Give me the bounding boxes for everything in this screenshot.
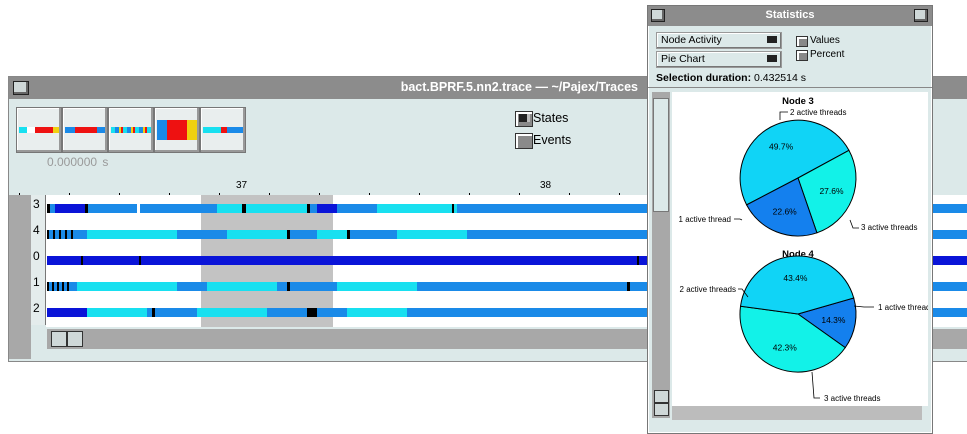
scroll-thumb[interactable] — [653, 98, 669, 212]
states-checkbox[interactable] — [515, 111, 533, 127]
callout-line — [811, 371, 820, 399]
view-mode-button-2[interactable] — [62, 107, 108, 153]
state-bar-icon — [203, 127, 243, 133]
values-checkbox[interactable] — [796, 36, 808, 47]
divider — [648, 87, 932, 88]
time-readout: 0.000000 s — [47, 155, 108, 169]
pie-title: Node 3 — [782, 96, 814, 107]
slice-percent-label: 22.6% — [773, 206, 798, 216]
selection-duration-value: 0.432514 s — [754, 72, 806, 84]
time-label: 0.000000 — [47, 155, 98, 169]
mode-popup-label: Node Activity — [661, 34, 722, 46]
state-bar-icon — [157, 120, 197, 140]
events-label: Events — [533, 133, 572, 147]
callout-line — [734, 218, 743, 221]
row-label: 1 — [33, 275, 40, 289]
stats-title-bar[interactable]: Statistics — [648, 6, 932, 26]
view-mode-button-4[interactable] — [154, 107, 200, 153]
ruler-label-37: 37 — [236, 180, 248, 191]
close-icon[interactable] — [914, 9, 928, 22]
events-checkbox[interactable] — [515, 133, 533, 149]
slice-percent-label: 49.7% — [769, 141, 794, 151]
row-label: 0 — [33, 249, 40, 263]
values-label: Values — [810, 35, 840, 46]
view-mode-button-1[interactable] — [16, 107, 62, 153]
mode-popup[interactable]: Node Activity — [656, 32, 782, 49]
selection-duration: Selection duration: 0.432514 s — [656, 72, 806, 84]
popup-arrow-icon — [767, 55, 777, 62]
popup-arrow-icon — [767, 36, 777, 43]
state-bar-icon — [111, 127, 151, 133]
view-mode-button-5[interactable] — [200, 107, 246, 153]
view-mode-button-3[interactable] — [108, 107, 154, 153]
row-labels: 3 4 0 1 2 — [31, 195, 46, 325]
chart-area: Node 3 49.7% 2 active threads 27.6% 3 active… — [672, 92, 931, 406]
row-label: 2 — [33, 301, 40, 315]
slice-percent-label: 27.6% — [819, 186, 844, 196]
callout-line — [849, 219, 859, 229]
stats-window-title: Statistics — [765, 9, 815, 21]
ruler-label-38: 38 — [540, 180, 552, 191]
window-menu-icon[interactable] — [13, 81, 29, 95]
state-bar-icon — [65, 127, 105, 133]
scroll-up-icon[interactable] — [654, 390, 669, 403]
trace-window-title: bact.BPRF.5.nn2.trace — ~/Pajex/Traces — [400, 80, 638, 94]
slice-percent-label: 42.3% — [773, 342, 798, 352]
states-label: States — [533, 111, 569, 125]
left-margin — [9, 195, 31, 359]
percent-label: Percent — [810, 49, 845, 60]
row-label: 4 — [33, 223, 40, 237]
slice-name-label: 2 active threads — [790, 108, 846, 117]
chart-popup-label: Pie Chart — [661, 53, 705, 65]
slice-percent-label: 14.3% — [821, 315, 846, 325]
selection-duration-label: Selection duration: — [656, 72, 752, 84]
slice-name-label: 1 active thread — [679, 215, 731, 224]
slice-name-label: 3 active threads — [824, 394, 880, 403]
state-bar-icon — [19, 127, 59, 133]
row-label: 3 — [33, 197, 40, 211]
statistics-window: Statistics Node Activity Pie Chart Value… — [647, 5, 933, 434]
pie-charts: Node 3 49.7% 2 active threads 27.6% 3 active… — [679, 96, 931, 403]
chart-type-popup[interactable]: Pie Chart — [656, 51, 782, 68]
zoom-in-icon[interactable] — [51, 331, 67, 347]
slice-name-label: 3 active threads — [861, 223, 917, 232]
horizontal-scrollbar[interactable] — [672, 406, 922, 420]
vertical-scrollbar[interactable] — [652, 92, 670, 418]
slice-percent-label: 43.4% — [783, 273, 808, 283]
slice-name-label: 2 active threads — [680, 285, 736, 294]
zoom-out-icon[interactable] — [67, 331, 83, 347]
callout-line — [853, 305, 874, 308]
callout-line — [779, 111, 788, 120]
scroll-down-icon[interactable] — [654, 403, 669, 416]
slice-name-label: 1 active thread — [878, 303, 928, 312]
time-unit: s — [102, 155, 109, 169]
percent-checkbox[interactable] — [796, 50, 808, 61]
